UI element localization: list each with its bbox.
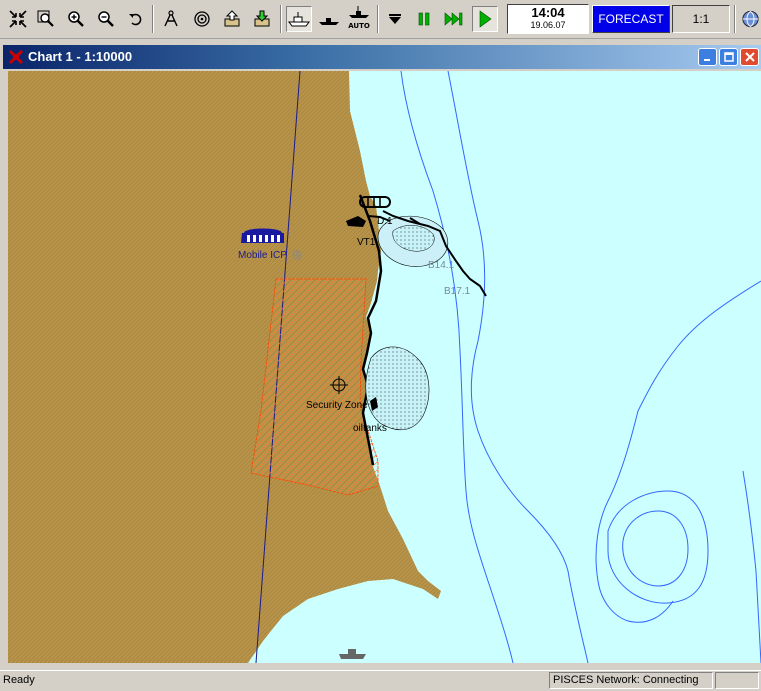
zoom-in-icon [68, 11, 84, 27]
fast-forward-icon [444, 12, 463, 26]
toolbar-separator [152, 5, 154, 33]
import-button[interactable] [249, 6, 275, 32]
box-down-icon [254, 10, 270, 27]
scale-button[interactable]: 1:1 [672, 5, 730, 33]
map-canvas[interactable] [8, 71, 761, 663]
zoom-out-button[interactable] [93, 6, 119, 32]
undo-icon [129, 13, 142, 26]
fit-view-button[interactable] [5, 6, 31, 32]
pause-icon [418, 12, 430, 26]
status-panel-empty [715, 672, 759, 689]
measure-button[interactable] [158, 6, 184, 32]
zoom-out-icon [98, 11, 114, 27]
minimize-button[interactable] [698, 48, 717, 66]
toolbar-separator [280, 5, 282, 33]
stop-icon [389, 14, 401, 24]
maximize-icon [723, 52, 734, 62]
label-b14: B14.1 [428, 260, 455, 271]
close-icon [744, 52, 755, 62]
chart-map[interactable]: Mobile ICP D.1 VT1 B14.1 B17.1 Security … [8, 71, 761, 663]
ship-mode-button[interactable] [286, 6, 312, 32]
magnifier-rect-icon [37, 10, 54, 27]
target-icon [194, 11, 210, 27]
depth-contours [400, 71, 761, 663]
toolbar-separator [377, 5, 379, 33]
minimize-icon [703, 59, 710, 61]
zoom-in-button[interactable] [63, 6, 89, 32]
play-button[interactable] [472, 6, 498, 32]
arrows-in-icon [9, 10, 27, 28]
globe-button[interactable] [740, 6, 761, 32]
compass-icon [164, 10, 178, 27]
bottom-vessel-icon[interactable] [339, 649, 366, 659]
play-icon [479, 10, 492, 28]
clock-date: 19.06.07 [530, 20, 566, 30]
fast-forward-button[interactable] [441, 6, 467, 32]
box-up-icon [224, 10, 240, 27]
globe-icon [742, 10, 759, 28]
label-b17: B17.1 [444, 286, 471, 297]
stop-button[interactable] [382, 6, 408, 32]
target-button[interactable] [189, 6, 215, 32]
auto-label: AUTO [348, 22, 370, 30]
export-button[interactable] [219, 6, 245, 32]
undo-view-button[interactable] [123, 6, 149, 32]
clock-time: 14:04 [531, 5, 565, 20]
forecast-button[interactable]: FORECAST [592, 5, 670, 33]
main-toolbar: AUTO 14:04 19.06.07 FORECAST 1:1 [0, 0, 761, 39]
simulation-clock: 14:04 19.06.07 [507, 4, 589, 34]
label-security-zone: Security Zone [306, 400, 368, 411]
chart-app-icon [8, 49, 24, 65]
label-vt1: VT1 [357, 237, 376, 248]
spill-zone-oiltanks[interactable] [365, 346, 430, 430]
pause-button[interactable] [411, 6, 437, 32]
toolbar-separator [734, 5, 736, 33]
maximize-button[interactable] [719, 48, 738, 66]
mobile-icp-icon[interactable] [241, 228, 284, 244]
label-oiltanks: oiltanks [353, 423, 387, 434]
status-bar: Ready PISCES Network: Connecting [0, 670, 761, 691]
label-d1: D.1 [377, 216, 393, 227]
auto-button[interactable]: AUTO [346, 6, 372, 32]
zoom-window-button[interactable] [33, 6, 59, 32]
status-text: Ready [3, 674, 35, 686]
close-button[interactable] [740, 48, 759, 66]
vessel-icon [319, 18, 339, 25]
chart-window-titlebar[interactable]: Chart 1 - 1:10000 [3, 45, 761, 69]
vessel-button[interactable] [316, 6, 342, 32]
network-status: PISCES Network: Connecting [549, 672, 713, 689]
chart-window-title: Chart 1 - 1:10000 [28, 49, 133, 64]
label-mobile-icp: Mobile ICP [238, 250, 287, 261]
auto-ship-icon [349, 6, 369, 18]
ship-icon [288, 12, 310, 27]
